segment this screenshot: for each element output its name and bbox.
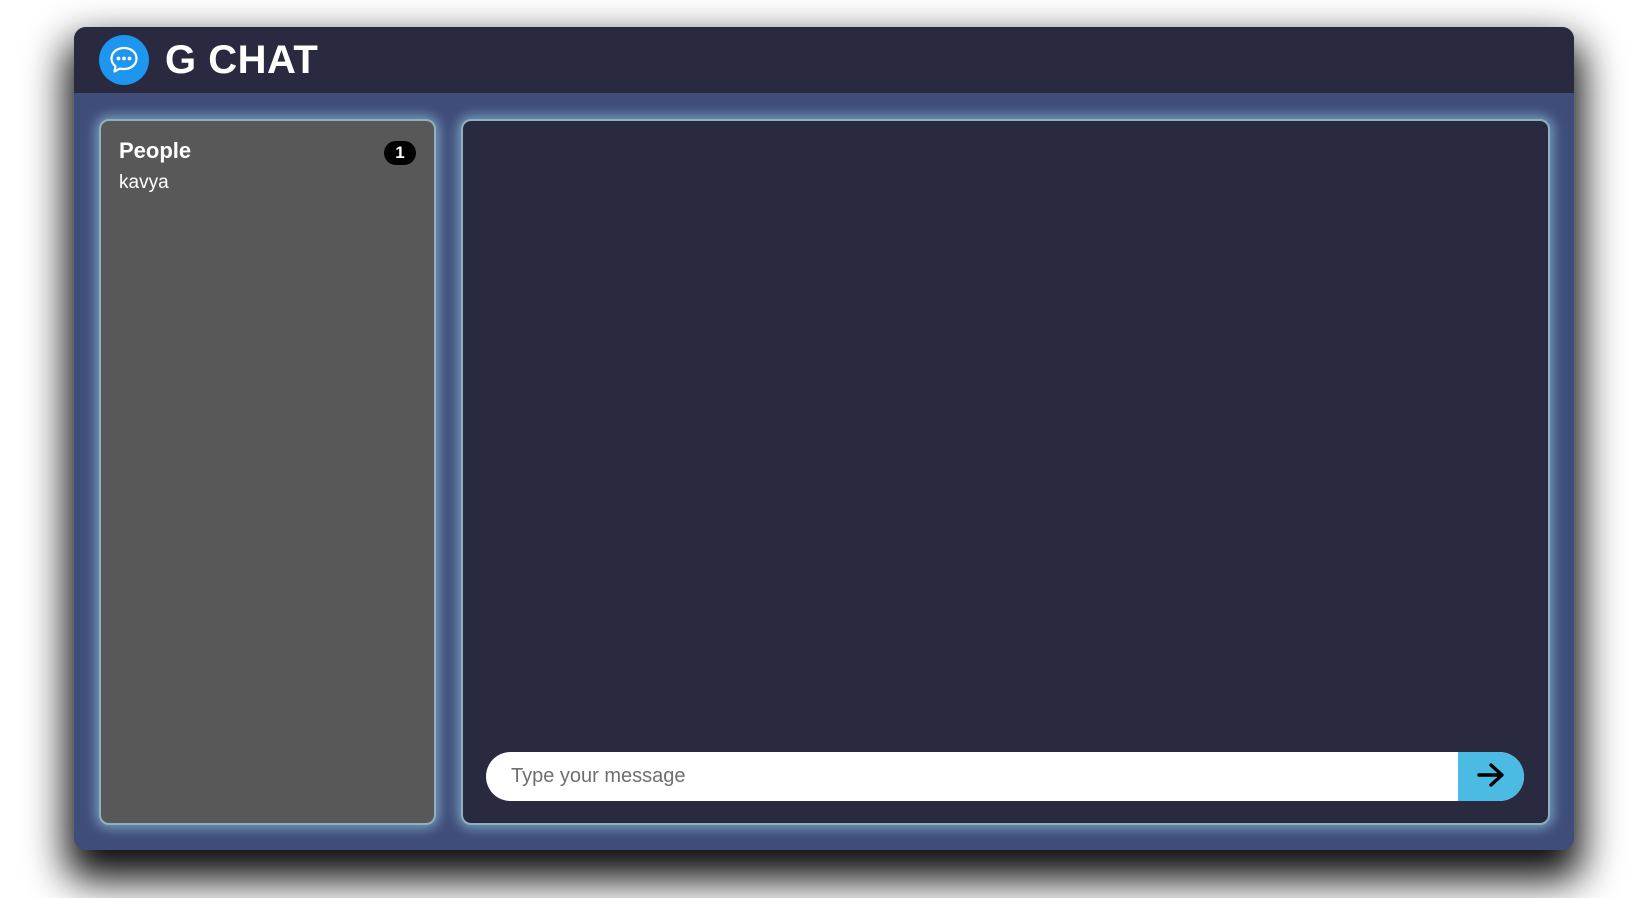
message-list[interactable] — [463, 121, 1548, 731]
send-button[interactable] — [1458, 752, 1524, 801]
header: G CHAT — [74, 27, 1574, 93]
people-panel: People 1 kavya — [99, 119, 436, 825]
people-count-badge: 1 — [384, 141, 416, 165]
chat-app: G CHAT People 1 kavya — [74, 27, 1574, 850]
message-composer — [486, 752, 1524, 801]
arrow-right-icon — [1476, 762, 1506, 791]
people-list-item[interactable]: kavya — [119, 171, 169, 195]
message-input[interactable] — [486, 752, 1458, 801]
chat-bubbles-icon — [99, 35, 149, 85]
chat-panel — [461, 119, 1550, 825]
people-title: People — [119, 138, 192, 163]
app-title: G CHAT — [165, 38, 319, 82]
people-list: kavya — [119, 171, 169, 195]
